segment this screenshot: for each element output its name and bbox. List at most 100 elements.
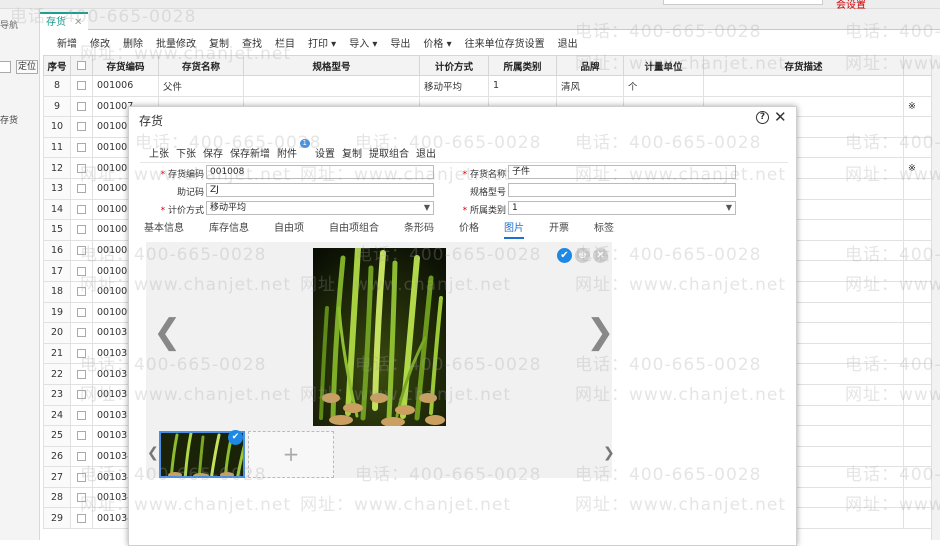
valuation-select[interactable]: 移动平均▼ (206, 201, 434, 215)
toolbar-button-2[interactable]: 删除 (123, 35, 143, 50)
cell-cb (71, 467, 93, 488)
toolbar-divider (140, 162, 788, 163)
dialog-toolbar-label: 退出 (416, 149, 436, 160)
row-checkbox[interactable] (77, 143, 86, 152)
subtab-6[interactable]: 图片 (504, 219, 524, 239)
locate-button[interactable]: 定位 (16, 60, 38, 74)
column-header-7[interactable]: 品牌 (557, 56, 624, 76)
row-checkbox[interactable] (77, 370, 86, 379)
top-search-field[interactable] (663, 0, 823, 5)
help-icon[interactable]: ? (756, 111, 769, 124)
row-checkbox[interactable] (77, 473, 86, 482)
column-header-3[interactable]: 存货名称 (159, 56, 244, 76)
toolbar-button-3[interactable]: 批量修改 (156, 35, 196, 50)
row-checkbox[interactable] (77, 452, 86, 461)
toolbar-button-4[interactable]: 复制 (209, 35, 229, 50)
table-row[interactable]: 8001006父件移动平均1清风个 (44, 76, 940, 97)
dialog-toolbar-button-6[interactable]: 复制 (342, 145, 362, 160)
row-checkbox[interactable] (77, 102, 86, 111)
row-checkbox[interactable] (77, 184, 86, 193)
grid-vertical-scrollbar[interactable] (931, 55, 940, 540)
row-checkbox[interactable] (77, 349, 86, 358)
column-header-6[interactable]: 所属类别 (489, 56, 557, 76)
confirm-check-icon[interactable]: ✔ (557, 248, 572, 263)
toolbar-button-11[interactable]: 往来单位存货设置 (465, 35, 545, 50)
toolbar-button-0[interactable]: 新增 (57, 35, 77, 50)
toolbar-button-5[interactable]: 查找 (242, 35, 262, 50)
subtab-5[interactable]: 价格 (459, 219, 479, 239)
nav-search-input[interactable] (0, 61, 11, 73)
thumb-prev-arrow-icon[interactable]: ❮ (147, 445, 159, 461)
column-header-4[interactable]: 规格型号 (244, 56, 420, 76)
dialog-toolbar-button-4[interactable]: 附件1 (277, 145, 297, 160)
spec-field[interactable] (508, 183, 736, 197)
subtab-4[interactable]: 条形码 (404, 219, 434, 239)
row-checkbox[interactable] (77, 225, 86, 234)
row-checkbox[interactable] (77, 514, 86, 523)
subtab-8[interactable]: 标签 (594, 219, 614, 239)
toolbar-button-1[interactable]: 修改 (90, 35, 110, 50)
close-icon[interactable]: ✕ (774, 108, 787, 126)
cell-cb (71, 487, 93, 508)
select-all-checkbox[interactable] (77, 61, 86, 70)
row-checkbox[interactable] (77, 267, 86, 276)
toolbar-button-6[interactable]: 栏目 (275, 35, 295, 50)
name-field[interactable]: 子件 (508, 165, 736, 179)
nav-item-inventory[interactable]: 存货 (0, 113, 18, 126)
column-header-5[interactable]: 计价方式 (420, 56, 489, 76)
row-checkbox[interactable] (77, 164, 86, 173)
cell-cb (71, 76, 93, 97)
subtab-7[interactable]: 开票 (549, 219, 569, 239)
column-header-0[interactable]: 序号 (44, 56, 71, 76)
subtab-3[interactable]: 自由项组合 (329, 219, 379, 239)
mnemonic-field[interactable]: ZJ (206, 183, 434, 197)
dialog-toolbar-button-8[interactable]: 退出 (416, 145, 436, 160)
tab-inventory[interactable]: 存货 ✕ (40, 12, 88, 30)
subtab-2[interactable]: 自由项 (274, 219, 304, 239)
tab-close-icon[interactable]: ✕ (74, 15, 82, 30)
cell-cb (71, 261, 93, 282)
toolbar-button-12[interactable]: 退出 (558, 35, 578, 50)
top-strip: 会设置 (0, 0, 940, 9)
category-select[interactable]: 1▼ (508, 201, 736, 215)
prev-image-arrow-icon[interactable]: ❮ (153, 312, 182, 352)
row-checkbox[interactable] (77, 205, 86, 214)
column-header-8[interactable]: 计量单位 (624, 56, 704, 76)
dialog-toolbar-button-2[interactable]: 保存 (203, 145, 223, 160)
row-checkbox[interactable] (77, 81, 86, 90)
dialog-toolbar-button-3[interactable]: 保存新增 (230, 145, 270, 160)
row-checkbox[interactable] (77, 328, 86, 337)
dialog-toolbar-button-0[interactable]: 上张 (149, 145, 169, 160)
cell-no: 16 (44, 240, 71, 261)
subtab-0[interactable]: 基本信息 (144, 219, 184, 239)
toolbar-button-9[interactable]: 导出 (390, 35, 410, 50)
next-image-arrow-icon[interactable]: ❯ (586, 312, 615, 352)
set-default-icon[interactable]: ⊕ (575, 248, 590, 263)
code-field[interactable]: 001008 (206, 165, 434, 179)
thumb-next-arrow-icon[interactable]: ❯ (603, 445, 615, 461)
dialog-toolbar-label: 复制 (342, 149, 362, 160)
column-header-9[interactable]: 存货描述 (704, 56, 904, 76)
subtab-1[interactable]: 库存信息 (209, 219, 249, 239)
dialog-toolbar-button-7[interactable]: 提取组合 (369, 145, 409, 160)
dialog-toolbar-button-5[interactable]: 设置 (315, 145, 335, 160)
column-header-2[interactable]: 存货编码 (93, 56, 159, 76)
dialog-toolbar-button-1[interactable]: 下张 (176, 145, 196, 160)
row-checkbox[interactable] (77, 122, 86, 131)
row-checkbox[interactable] (77, 493, 86, 502)
tab-bar: 存货 ✕ (40, 9, 940, 30)
toolbar-button-7[interactable]: 打印 ▾ (308, 35, 336, 50)
row-checkbox[interactable] (77, 287, 86, 296)
row-checkbox[interactable] (77, 411, 86, 420)
toolbar-button-10[interactable]: 价格 ▾ (423, 35, 451, 50)
row-checkbox[interactable] (77, 246, 86, 255)
cell-desc (704, 76, 904, 97)
row-checkbox[interactable] (77, 390, 86, 399)
column-header-1[interactable] (71, 56, 93, 76)
toolbar-button-8[interactable]: 导入 ▾ (349, 35, 377, 50)
delete-image-icon[interactable]: ✕ (593, 248, 608, 263)
cell-cb (71, 281, 93, 302)
row-checkbox[interactable] (77, 431, 86, 440)
add-image-button[interactable]: + (248, 431, 334, 478)
row-checkbox[interactable] (77, 308, 86, 317)
